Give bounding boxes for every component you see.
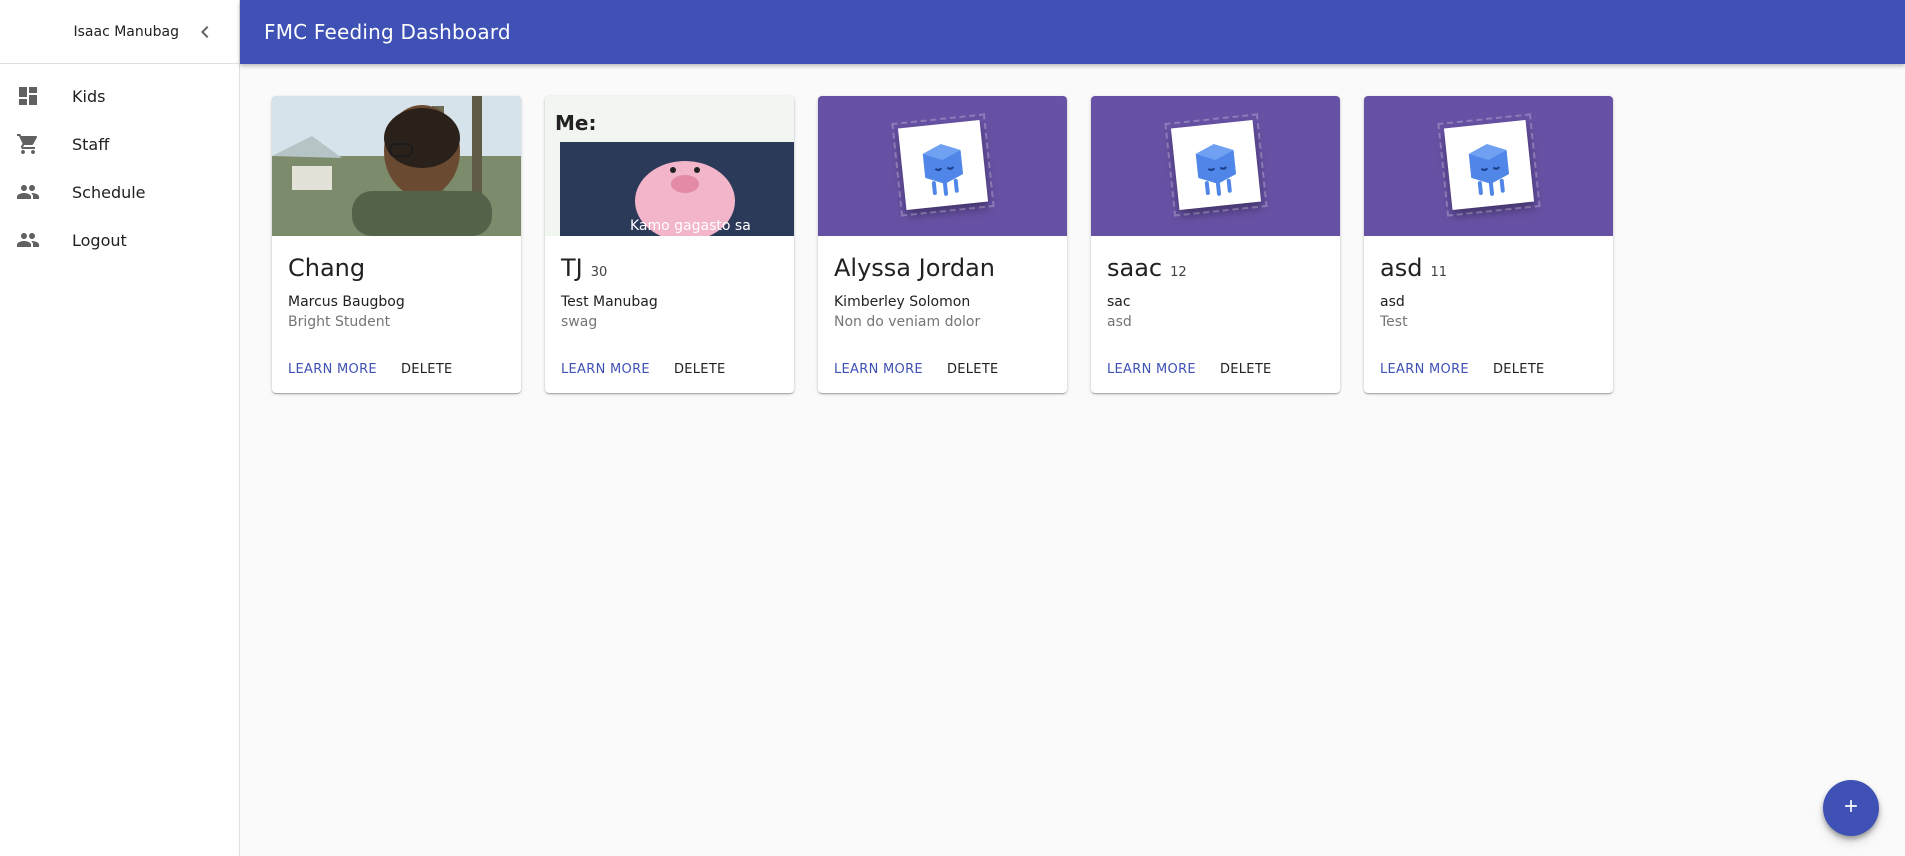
app-bar: FMC Feeding Dashboard (240, 0, 1905, 64)
learn-more-button[interactable]: LEARN MORE (553, 354, 658, 385)
kid-description: Non do veniam dolor (834, 314, 981, 330)
sidebar-header: Isaac Manubag (0, 0, 239, 64)
kid-age: 30 (590, 265, 608, 280)
learn-more-button[interactable]: LEARN MORE (826, 354, 931, 385)
dashboard-icon (16, 84, 40, 108)
learn-more-button[interactable]: LEARN MORE (280, 354, 385, 385)
card-actions: LEARN MORE DELETE (1372, 354, 1553, 385)
kid-card: saac 12 sac asd LEARN MORE DELETE (1091, 96, 1340, 393)
kid-description: Test (1380, 314, 1408, 330)
robot-placeholder-icon (1170, 119, 1262, 211)
chevron-left-icon[interactable] (193, 20, 217, 44)
robot-placeholder-icon (897, 119, 989, 211)
sidebar-item-logout[interactable]: Logout (0, 216, 239, 264)
delete-button[interactable]: DELETE (393, 354, 461, 385)
card-actions: LEARN MORE DELETE (1099, 354, 1280, 385)
sidebar-item-label: Logout (72, 230, 127, 250)
learn-more-button[interactable]: LEARN MORE (1372, 354, 1477, 385)
people-icon (16, 180, 40, 204)
card-actions: LEARN MORE DELETE (280, 354, 461, 385)
kid-name: Chang (288, 254, 366, 282)
kid-guardian: Test Manubag (561, 294, 658, 310)
kid-description: swag (561, 314, 598, 330)
people-icon (16, 228, 40, 252)
kid-photo: Me: Kamo gagasto sa (545, 96, 794, 236)
robot-placeholder-icon (1443, 119, 1535, 211)
kid-age: 11 (1430, 265, 1447, 280)
sidebar-item-kids[interactable]: Kids (0, 72, 239, 120)
kid-age: 12 (1170, 265, 1187, 280)
kids-card-grid: Chang Marcus Baugbog Bright Student LEAR… (272, 96, 1613, 393)
placeholder-image (818, 96, 1067, 236)
kid-card: Me: Kamo gagasto sa TJ 30 Test Manubag s… (545, 96, 794, 393)
shopping-cart-icon (16, 132, 40, 156)
card-actions: LEARN MORE DELETE (553, 354, 734, 385)
placeholder-image (1091, 96, 1340, 236)
delete-button[interactable]: DELETE (1212, 354, 1280, 385)
kid-name: asd (1380, 254, 1423, 282)
sidebar-item-staff[interactable]: Staff (0, 120, 239, 168)
kid-card: Alyssa Jordan Kimberley Solomon Non do v… (818, 96, 1067, 393)
delete-button[interactable]: DELETE (939, 354, 1007, 385)
kid-name: Alyssa Jordan (834, 254, 995, 282)
sidebar: Isaac Manubag Kids Staff Schedule Logout (0, 0, 240, 856)
kid-description: Bright Student (288, 314, 391, 330)
meme-image: Me: Kamo gagasto sa (545, 96, 794, 236)
sidebar-item-schedule[interactable]: Schedule (0, 168, 239, 216)
kid-guardian: sac (1107, 294, 1131, 310)
meme-bottom-text: Kamo gagasto sa (630, 218, 751, 234)
meme-top-text: Me: (555, 111, 596, 135)
delete-button[interactable]: DELETE (1485, 354, 1553, 385)
learn-more-button[interactable]: LEARN MORE (1099, 354, 1204, 385)
card-actions: LEARN MORE DELETE (826, 354, 1007, 385)
kid-photo (272, 96, 521, 236)
kid-guardian: Marcus Baugbog (288, 294, 405, 310)
photo-image (272, 96, 521, 236)
kid-card: Chang Marcus Baugbog Bright Student LEAR… (272, 96, 521, 393)
kid-card: asd 11 asd Test LEARN MORE DELETE (1364, 96, 1613, 393)
user-name: Isaac Manubag (73, 23, 180, 40)
kid-guardian: Kimberley Solomon (834, 294, 971, 310)
sidebar-nav: Kids Staff Schedule Logout (0, 64, 239, 264)
kid-name: TJ (561, 254, 583, 282)
add-kid-button[interactable] (1823, 780, 1879, 836)
delete-button[interactable]: DELETE (666, 354, 734, 385)
kid-description: asd (1107, 314, 1132, 330)
page-title: FMC Feeding Dashboard (264, 20, 511, 44)
sidebar-item-label: Schedule (72, 182, 146, 202)
placeholder-image (1364, 96, 1613, 236)
kid-guardian: asd (1380, 294, 1405, 310)
sidebar-item-label: Kids (72, 86, 106, 106)
sidebar-item-label: Staff (72, 134, 110, 154)
kid-name: saac (1107, 254, 1163, 282)
plus-icon (1841, 796, 1861, 820)
